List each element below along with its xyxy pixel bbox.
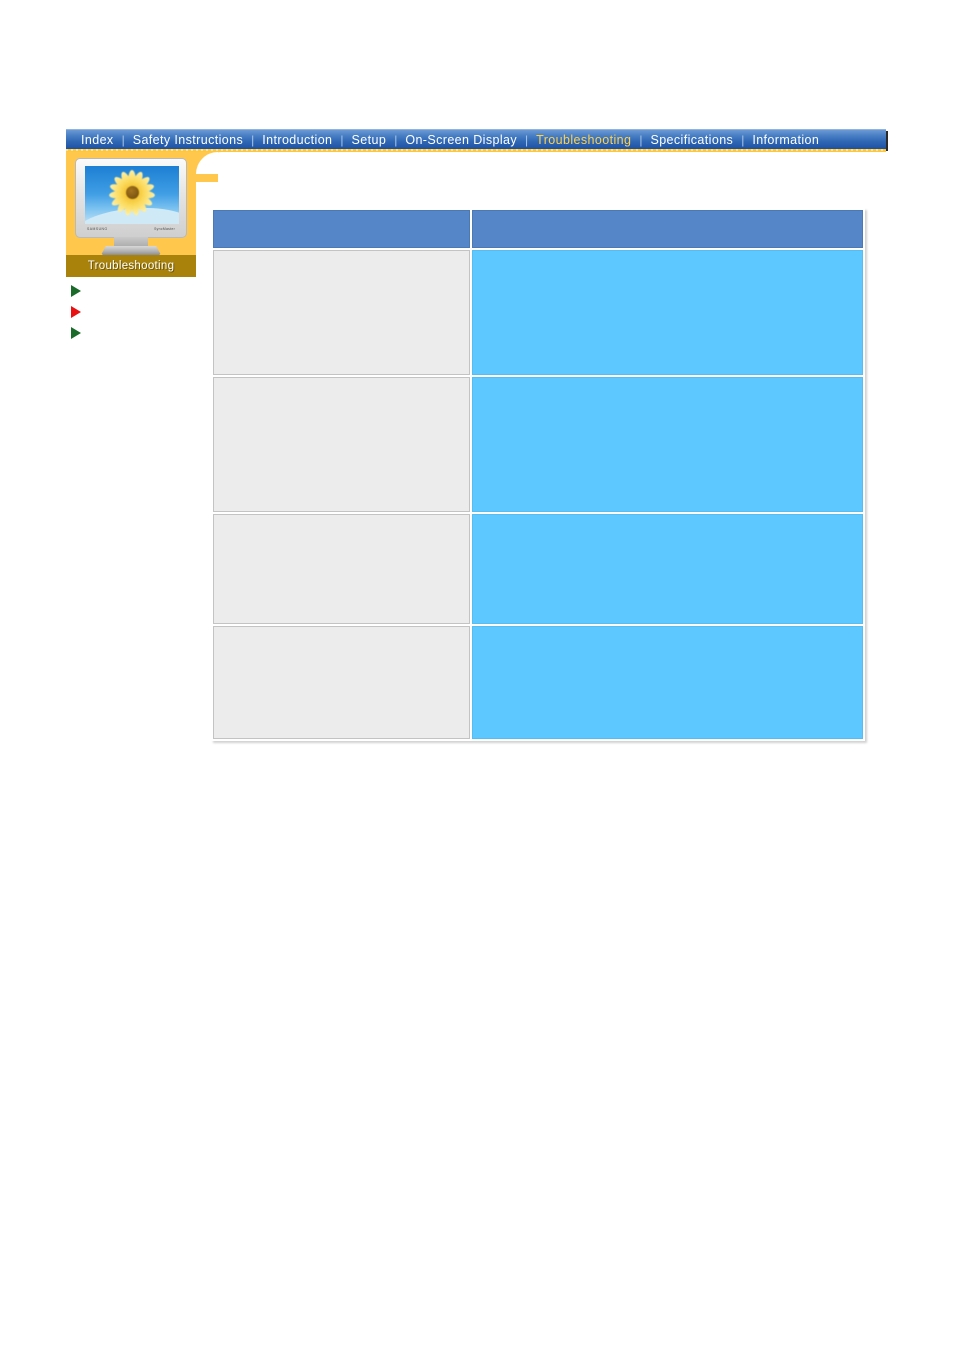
monitor-screen [85,166,179,224]
content-area-corner-notch [188,152,218,182]
section-title-troubleshooting: Troubleshooting [66,255,196,277]
sidebar-link-2[interactable] [66,301,196,322]
nav-item-introduction[interactable]: Introduction [255,131,339,149]
cell-checklist [472,626,863,739]
cell-symptom [213,514,470,624]
column-header-checklist [472,210,863,248]
main-navigation-bar: Index | Safety Instructions | Introducti… [66,129,886,149]
nav-item-safety-instructions[interactable]: Safety Instructions [126,131,250,149]
monitor-bezel: SAMSUNG SyncMaster [75,158,187,238]
nav-item-index[interactable]: Index [74,131,121,149]
monitor-model-label: SyncMaster [154,227,175,231]
table-header-row [213,210,863,248]
arrow-bullet-icon [71,305,81,318]
table-row [213,626,863,739]
table-row [213,250,863,375]
sunflower-icon [108,169,156,217]
cell-checklist [472,250,863,375]
troubleshooting-table [211,208,865,741]
nav-item-on-screen-display[interactable]: On-Screen Display [398,131,524,149]
table-row [213,377,863,512]
monitor-illustration: SAMSUNG SyncMaster [75,158,187,255]
column-header-symptom [213,210,470,248]
nav-item-troubleshooting[interactable]: Troubleshooting [529,131,638,149]
nav-item-setup[interactable]: Setup [345,131,394,149]
sidebar-link-1[interactable] [66,280,196,301]
cell-symptom [213,626,470,739]
cell-checklist [472,377,863,512]
cell-symptom [213,377,470,512]
arrow-bullet-icon [71,326,81,339]
cell-symptom [213,250,470,375]
nav-item-specifications[interactable]: Specifications [643,131,740,149]
monitor-stand-base [101,246,161,255]
arrow-bullet-icon [71,284,81,297]
monitor-brand-label: SAMSUNG [87,227,108,231]
sunflower-center [125,186,139,200]
nav-item-information[interactable]: Information [745,131,826,149]
table-row [213,514,863,624]
cell-checklist [472,514,863,624]
sidebar-link-3[interactable] [66,322,196,343]
sidebar-link-list [66,280,196,343]
